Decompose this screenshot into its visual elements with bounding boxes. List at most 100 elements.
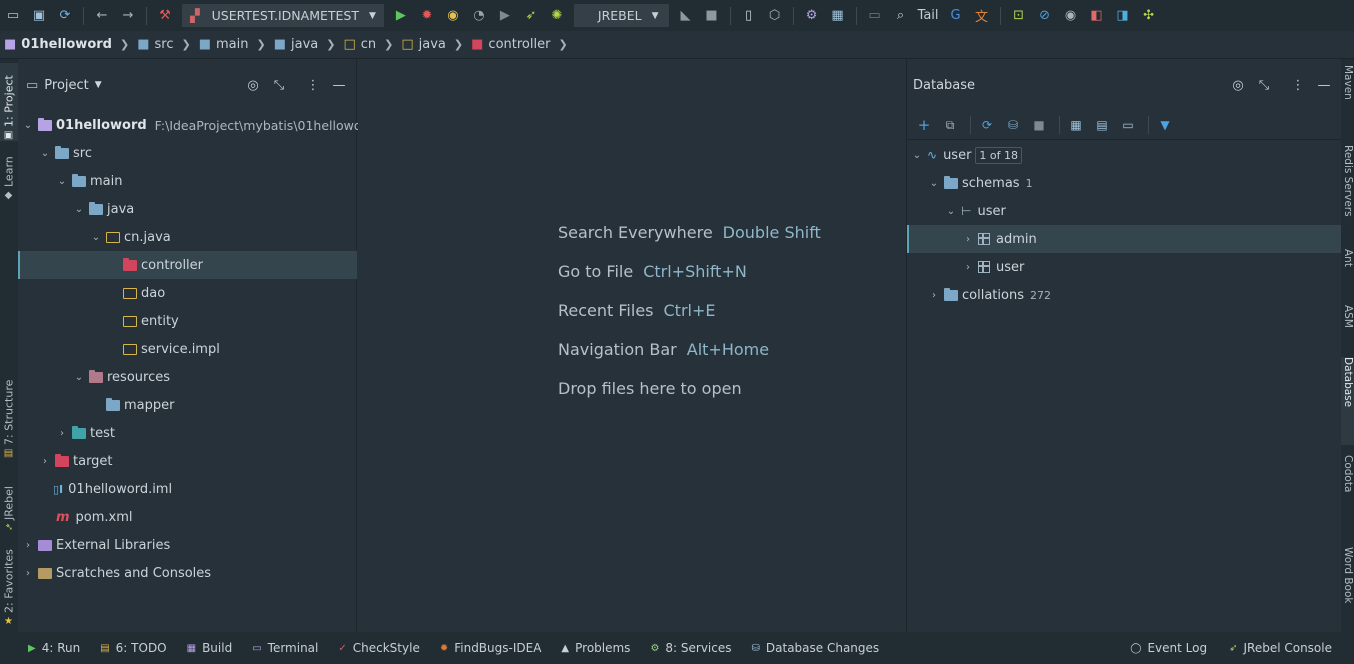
tree-row-scratches[interactable]: › Scratches and Consoles bbox=[18, 559, 357, 587]
event-log-tab[interactable]: ◯ Event Log bbox=[1130, 641, 1207, 655]
schema-sync-icon[interactable]: ⛁ bbox=[1002, 114, 1024, 136]
tab-learn[interactable]: ◆ Learn bbox=[0, 151, 18, 201]
stop-icon[interactable]: ■ bbox=[701, 5, 723, 27]
breadcrumb-item[interactable]: ■ java bbox=[274, 37, 319, 52]
tab-codota[interactable]: Codota bbox=[1341, 455, 1354, 515]
todo-tab[interactable]: ▤ 6: TODO bbox=[100, 641, 166, 655]
profile-icon[interactable]: ◔ bbox=[468, 5, 490, 27]
db-row-schemas[interactable]: ⌄ schemas 1 bbox=[907, 169, 1342, 197]
chevron-right-icon[interactable]: › bbox=[37, 456, 53, 467]
chevron-down-icon[interactable]: ⌄ bbox=[943, 206, 959, 217]
tab-structure[interactable]: ▤ 7: Structure bbox=[0, 375, 18, 459]
tail-button[interactable]: Tail bbox=[918, 8, 939, 23]
breadcrumb-item[interactable]: ■ controller bbox=[471, 37, 550, 52]
tab-jrebel[interactable]: ➶ JRebel bbox=[0, 471, 18, 531]
tree-row-entity[interactable]: entity bbox=[18, 307, 357, 335]
debug-icon[interactable]: ✹ bbox=[416, 5, 438, 27]
ddl-icon[interactable]: ▤ bbox=[1091, 114, 1113, 136]
jrebel-select[interactable]: JREBEL ▼ bbox=[573, 4, 669, 27]
collapse-all-icon[interactable]: ⤡ bbox=[1253, 74, 1275, 96]
breadcrumb-item[interactable]: □ cn bbox=[343, 37, 376, 52]
jrebel-run-icon[interactable]: ➶ bbox=[520, 5, 542, 27]
more-options-icon[interactable]: ⋮ bbox=[1287, 74, 1309, 96]
tab-ant[interactable]: Ant bbox=[1341, 249, 1354, 289]
db-row-schema-user[interactable]: ⌄ ⊢ user bbox=[907, 197, 1342, 225]
jrebel-debug-icon[interactable]: ✺ bbox=[546, 5, 568, 27]
tree-row-target[interactable]: › target bbox=[18, 447, 357, 475]
breadcrumb-item[interactable]: ■ main bbox=[199, 37, 249, 52]
project-structure-icon[interactable]: ▦ bbox=[827, 5, 849, 27]
tree-row-pom-file[interactable]: m pom.xml bbox=[18, 503, 357, 531]
tab-maven[interactable]: Maven bbox=[1341, 65, 1354, 125]
regex-icon[interactable]: ⊡ bbox=[1008, 5, 1030, 27]
tab-asm[interactable]: ASM bbox=[1341, 305, 1354, 351]
disable-icon[interactable]: ⊘ bbox=[1034, 5, 1056, 27]
terminal-tab[interactable]: ▭ Terminal bbox=[252, 641, 318, 655]
back-icon[interactable]: ← bbox=[91, 5, 113, 27]
build-hammer-icon[interactable]: ⚒ bbox=[154, 5, 176, 27]
filter-icon[interactable]: ▼ bbox=[1154, 114, 1176, 136]
tab-database[interactable]: Database bbox=[1341, 357, 1354, 445]
tree-row-cn-java[interactable]: ⌄ cn.java bbox=[18, 223, 357, 251]
chevron-right-icon[interactable]: › bbox=[20, 568, 36, 579]
build-tab[interactable]: ▦ Build bbox=[187, 641, 233, 655]
record-icon[interactable]: ◉ bbox=[1060, 5, 1082, 27]
table-view-icon[interactable]: ▦ bbox=[1065, 114, 1087, 136]
chevron-right-icon[interactable]: › bbox=[960, 234, 976, 245]
docs-icon[interactable]: ◨ bbox=[1112, 5, 1134, 27]
tab-project[interactable]: ▣ 1: Project bbox=[0, 63, 18, 141]
project-view-select[interactable]: ▭ Project ▼ bbox=[26, 78, 102, 93]
chevron-right-icon[interactable]: › bbox=[960, 262, 976, 273]
chevron-right-icon[interactable]: › bbox=[54, 428, 70, 439]
db-row-collations[interactable]: › collations 272 bbox=[907, 281, 1342, 309]
run-icon[interactable]: ▶ bbox=[390, 5, 412, 27]
chevron-down-icon[interactable]: ⌄ bbox=[37, 148, 53, 159]
locate-icon[interactable]: ◎ bbox=[242, 74, 264, 96]
chevron-down-icon[interactable]: ⌄ bbox=[20, 120, 36, 131]
copy-icon[interactable]: ⧉ bbox=[939, 114, 961, 136]
translate-icon[interactable]: G bbox=[945, 5, 967, 27]
sdk-icon[interactable]: ⬡ bbox=[764, 5, 786, 27]
breadcrumb-item[interactable]: ■ src bbox=[137, 37, 173, 52]
findbugs-tab[interactable]: ✹ FindBugs-IDEA bbox=[440, 641, 542, 655]
jrebel-console-tab[interactable]: ➶ JRebel Console bbox=[1229, 641, 1332, 655]
coverage-icon[interactable]: ◉ bbox=[442, 5, 464, 27]
db-row-table-admin[interactable]: › admin bbox=[907, 225, 1342, 253]
tree-row-dao[interactable]: dao bbox=[18, 279, 357, 307]
tree-row-resources[interactable]: ⌄ resources bbox=[18, 363, 357, 391]
chevron-down-icon[interactable]: ⌄ bbox=[88, 232, 104, 243]
run-tab[interactable]: ▶ 4: Run bbox=[28, 641, 80, 655]
run-configuration-select[interactable]: ▞ USERTEST.IDNAMETEST ▼ bbox=[182, 4, 384, 27]
database-changes-tab[interactable]: ⛁ Database Changes bbox=[752, 641, 880, 655]
tree-row-mapper[interactable]: mapper bbox=[18, 391, 357, 419]
db-row-table-user[interactable]: › user bbox=[907, 253, 1342, 281]
chevron-right-icon[interactable]: › bbox=[20, 540, 36, 551]
sync-icon[interactable]: ⟳ bbox=[54, 5, 76, 27]
translate-alt-icon[interactable]: 文 bbox=[971, 5, 993, 27]
refresh-icon[interactable]: ⟳ bbox=[976, 114, 998, 136]
tab-word-book[interactable]: Word Book bbox=[1341, 547, 1354, 627]
device-icon[interactable]: ▯ bbox=[738, 5, 760, 27]
open-folder-icon[interactable]: ▭ bbox=[2, 5, 24, 27]
puzzle-icon[interactable]: ✣ bbox=[1138, 5, 1160, 27]
tree-row-java[interactable]: ⌄ java bbox=[18, 195, 357, 223]
more-options-icon[interactable]: ⋮ bbox=[302, 74, 324, 96]
plugin-grid-icon[interactable]: ◧ bbox=[1086, 5, 1108, 27]
console-icon[interactable]: ▭ bbox=[1117, 114, 1139, 136]
chevron-down-icon[interactable]: ⌄ bbox=[909, 150, 925, 161]
chevron-down-icon[interactable]: ⌄ bbox=[71, 204, 87, 215]
db-row-datasource[interactable]: ⌄ ∿ user 1 of 18 bbox=[907, 141, 1342, 169]
stop-icon[interactable]: ■ bbox=[1028, 114, 1050, 136]
hide-panel-icon[interactable]: — bbox=[328, 74, 350, 96]
add-datasource-icon[interactable]: + bbox=[913, 114, 935, 136]
chevron-down-icon[interactable]: ⌄ bbox=[71, 372, 87, 383]
problems-tab[interactable]: ▲ Problems bbox=[561, 641, 630, 655]
terminal-icon[interactable]: ▭ bbox=[864, 5, 886, 27]
tree-row-controller[interactable]: controller bbox=[18, 251, 357, 279]
attach-icon[interactable]: ◣ bbox=[675, 5, 697, 27]
tree-row-root-module[interactable]: ⌄ 01helloword F:\IdeaProject\mybatis\01h… bbox=[18, 111, 374, 139]
tree-row-service-impl[interactable]: service.impl bbox=[18, 335, 357, 363]
hide-panel-icon[interactable]: — bbox=[1313, 74, 1335, 96]
search-icon[interactable]: ⌕ bbox=[890, 5, 912, 27]
collapse-all-icon[interactable]: ⤡ bbox=[268, 74, 290, 96]
